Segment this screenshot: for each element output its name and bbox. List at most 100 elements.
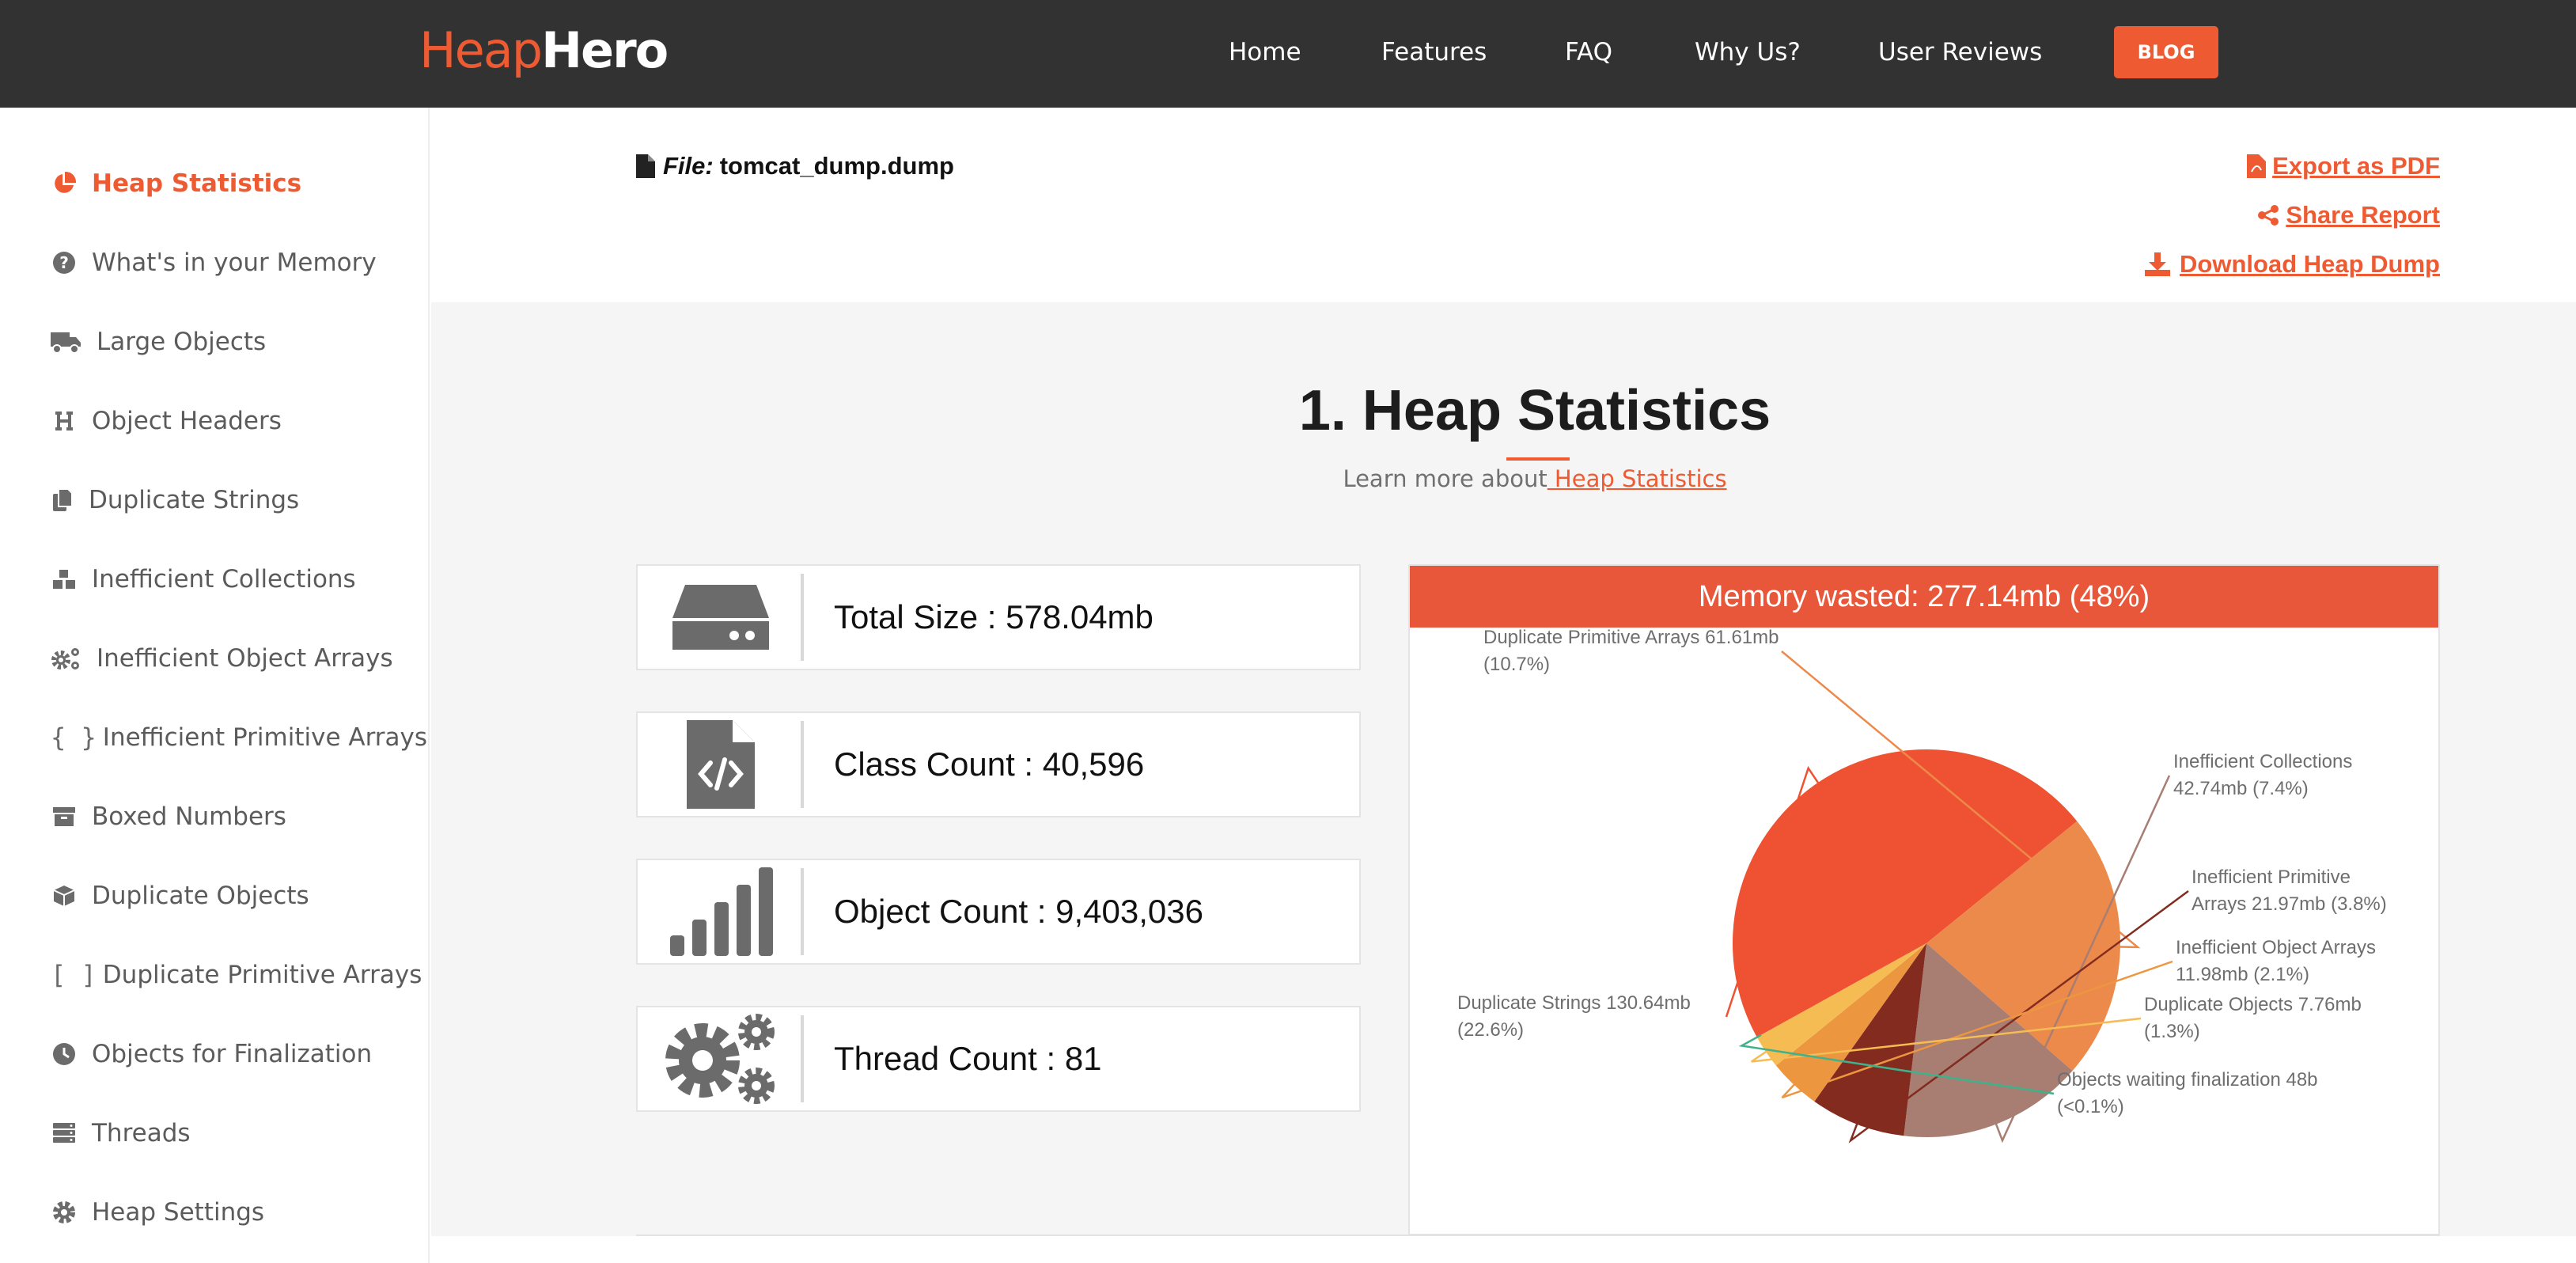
- object-count-value: Object Count : 9,403,036: [834, 893, 1203, 930]
- card-divider: [801, 1015, 804, 1102]
- pie-slice-label: Inefficient Object Arrays: [2176, 937, 2376, 958]
- heap-statistics-link[interactable]: Heap Statistics: [1547, 465, 1727, 492]
- sidebar-item-duplicate-primitive-arrays[interactable]: [ ] Duplicate Primitive Arrays: [51, 955, 422, 995]
- sidebar-item-label: Inefficient Primitive Arrays: [102, 723, 428, 752]
- sidebar-item-label: Inefficient Object Arrays: [97, 644, 393, 673]
- pie-slice-label-value: (22.6%): [1457, 1019, 1524, 1041]
- blog-button[interactable]: BLOG: [2114, 26, 2218, 78]
- sidebar-item-inefficient-collections[interactable]: Inefficient Collections: [51, 559, 356, 599]
- sidebar-item-duplicate-objects[interactable]: Duplicate Objects: [51, 876, 309, 916]
- braces-icon: { }: [51, 723, 97, 753]
- section-divider: [636, 1235, 2440, 1236]
- cogs-icon: [51, 645, 82, 672]
- cogs-icon: [638, 1007, 804, 1110]
- signal-bars-icon: [638, 860, 804, 963]
- nav-features[interactable]: Features: [1381, 35, 1487, 70]
- cubes-icon: [51, 566, 78, 593]
- nav-why-us[interactable]: Why Us?: [1695, 35, 1801, 70]
- learn-more-text: Learn more about Heap Statistics: [1108, 465, 1962, 492]
- export-pdf-link[interactable]: Export as PDF: [2247, 152, 2440, 180]
- stat-card-total-size: Total Size : 578.04mb: [636, 564, 1361, 670]
- sidebar-item-boxed-numbers[interactable]: Boxed Numbers: [51, 797, 286, 836]
- header-icon: [51, 408, 78, 434]
- heaphero-logo[interactable]: HeapHero: [419, 19, 669, 82]
- file-icon: [636, 154, 655, 178]
- stat-card-thread-count: Thread Count : 81: [636, 1006, 1361, 1112]
- brackets-icon: [ ]: [51, 960, 97, 990]
- sidebar-item-label: Boxed Numbers: [92, 802, 286, 831]
- sidebar-item-label: Duplicate Objects: [92, 882, 309, 910]
- sidebar-item-label: Heap Settings: [92, 1198, 265, 1227]
- sidebar-item-large-objects[interactable]: Large Objects: [51, 322, 266, 362]
- file-name: tomcat_dump.dump: [719, 152, 954, 180]
- truck-icon: [51, 328, 82, 355]
- learn-more-prefix: Learn more about: [1343, 465, 1547, 492]
- download-heap-dump-link[interactable]: Download Heap Dump: [2145, 250, 2440, 279]
- sidebar-item-label: What's in your Memory: [92, 248, 377, 277]
- hdd-icon: [638, 566, 804, 669]
- stat-card-object-count: Object Count : 9,403,036: [636, 859, 1361, 965]
- file-info: File: tomcat_dump.dump: [636, 152, 954, 180]
- download-heap-dump-label: Download Heap Dump: [2180, 250, 2440, 278]
- card-divider: [801, 868, 804, 955]
- pdf-file-icon: [2247, 154, 2267, 178]
- sidebar-item-label: Threads: [92, 1119, 191, 1147]
- pie-slice-label: Inefficient Primitive: [2191, 867, 2351, 888]
- sidebar-item-label: Heap Statistics: [92, 169, 302, 198]
- logo-hero-text: Hero: [541, 21, 669, 79]
- memory-wasted-pie-chart: Duplicate Strings 130.64mb (22.6%) Duplica…: [1457, 627, 2387, 1144]
- pie-chart-icon: [51, 170, 78, 197]
- sidebar-item-inefficient-object-arrays[interactable]: Inefficient Object Arrays: [51, 639, 393, 678]
- total-size-value: Total Size : 578.04mb: [834, 598, 1154, 635]
- copy-icon: [51, 487, 74, 514]
- memory-wasted-chart-card: Memory wasted: 277.14mb (48%) Duplicate …: [1408, 564, 2440, 1235]
- sidebar-item-objects-for-finalization[interactable]: Objects for Finalization: [51, 1034, 372, 1074]
- sidebar-item-whats-in-memory[interactable]: ? What's in your Memory: [51, 243, 377, 283]
- server-icon: [51, 1120, 78, 1147]
- export-pdf-label: Export as PDF: [2272, 152, 2440, 180]
- sidebar-item-heap-statistics[interactable]: Heap Statistics: [51, 164, 301, 203]
- download-icon: [2145, 252, 2171, 276]
- sidebar-item-label: Objects for Finalization: [92, 1040, 373, 1068]
- nav-user-reviews[interactable]: User Reviews: [1878, 35, 2042, 70]
- pie-slice-label-value: (<0.1%): [2057, 1096, 2124, 1117]
- sidebar-item-threads[interactable]: Threads: [51, 1113, 191, 1153]
- pie-slice-label-value: (10.7%): [1483, 654, 1550, 675]
- sidebar-item-object-headers[interactable]: Object Headers: [51, 401, 282, 441]
- pie-slice-label: Duplicate Strings 130.64mb: [1457, 992, 1691, 1014]
- pie-slice-label: Duplicate Objects 7.76mb: [2144, 994, 2362, 1015]
- pie-slice-label-value: 42.74mb (7.4%): [2173, 778, 2309, 799]
- archive-icon: [51, 803, 78, 830]
- nav-home[interactable]: Home: [1229, 35, 1301, 70]
- share-report-link[interactable]: Share Report: [2257, 201, 2440, 229]
- file-code-icon: [638, 713, 804, 816]
- share-report-label: Share Report: [2286, 201, 2440, 229]
- pie-slice-label-value: (1.3%): [2144, 1021, 2200, 1042]
- sidebar-item-label: Inefficient Collections: [92, 565, 356, 594]
- pie-slice-label: Duplicate Primitive Arrays 61.61mb: [1483, 627, 1779, 648]
- sidebar-item-duplicate-strings[interactable]: Duplicate Strings: [51, 480, 299, 520]
- pie-slice-label: Inefficient Collections: [2173, 751, 2352, 772]
- class-count-value: Class Count : 40,596: [834, 745, 1145, 783]
- title-underline: [1506, 457, 1570, 461]
- thread-count-value: Thread Count : 81: [834, 1040, 1102, 1077]
- sidebar-item-label: Object Headers: [92, 407, 282, 435]
- pie-slice-label-value: Arrays 21.97mb (3.8%): [2191, 893, 2387, 915]
- nav-faq[interactable]: FAQ: [1565, 35, 1612, 70]
- gear-icon: [51, 1199, 78, 1226]
- pie-slice-label: Objects waiting finalization 48b: [2057, 1069, 2318, 1090]
- cube-icon: [51, 882, 78, 909]
- card-divider: [801, 574, 804, 661]
- top-navbar: HeapHero Home Features FAQ Why Us? User …: [0, 0, 2576, 108]
- sidebar-item-inefficient-primitive-arrays[interactable]: { } Inefficient Primitive Arrays: [51, 718, 427, 757]
- question-circle-icon: ?: [51, 249, 78, 276]
- sidebar-item-label: Large Objects: [97, 328, 267, 356]
- share-icon: [2257, 204, 2279, 226]
- svg-text:?: ?: [59, 253, 69, 272]
- card-divider: [801, 721, 804, 808]
- logo-heap-text: Heap: [419, 21, 543, 79]
- clock-icon: [51, 1041, 78, 1068]
- sidebar-item-label: Duplicate Primitive Arrays: [102, 961, 422, 989]
- file-label: File:: [663, 152, 714, 180]
- sidebar-item-heap-settings[interactable]: Heap Settings: [51, 1193, 264, 1232]
